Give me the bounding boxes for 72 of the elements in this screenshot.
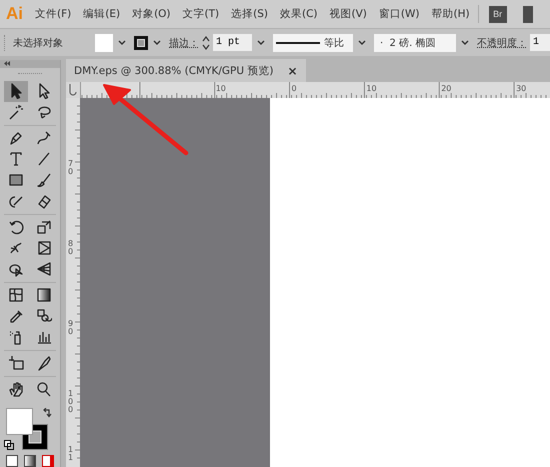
stroke-label[interactable]: 描边：	[169, 36, 199, 50]
mesh-icon	[8, 287, 24, 304]
artboard-icon	[8, 355, 24, 372]
collapse-icon[interactable]	[3, 61, 11, 66]
swap-icon[interactable]	[42, 408, 52, 418]
caret-icon[interactable]	[118, 40, 126, 45]
curvature-icon	[36, 130, 52, 146]
document-title: DMY.eps @ 300.88% (CMYK/GPU 预览)	[74, 64, 274, 78]
close-button[interactable]: ×	[288, 64, 298, 78]
ruler-label: 30	[516, 84, 526, 93]
menu-item[interactable]: 对象(O)	[132, 7, 171, 21]
pen-icon	[8, 130, 24, 146]
free-transform-icon	[36, 240, 52, 256]
default-colors-icon[interactable]	[4, 440, 14, 450]
stroke-profile-value: 等比	[324, 36, 344, 50]
lasso-icon	[36, 104, 52, 120]
ruler-label: 10	[366, 84, 377, 93]
bridge-button[interactable]: Br	[488, 6, 507, 22]
document-tab[interactable]: DMY.eps @ 300.88% (CMYK/GPU 预览) ×	[66, 59, 306, 82]
none-mode-button[interactable]	[42, 455, 54, 467]
rotate-icon	[8, 219, 24, 236]
ruler-label: 20	[441, 84, 452, 93]
menu-item[interactable]: 视图(V)	[330, 7, 367, 21]
stroke-profile-dropdown[interactable]: 等比	[273, 34, 353, 52]
ruler-label: 90	[68, 319, 74, 336]
app-button[interactable]	[522, 6, 533, 22]
line-icon	[36, 151, 52, 168]
tool-button[interactable]	[4, 80, 28, 102]
perspective-grid-icon	[36, 261, 52, 278]
stroke-swatch[interactable]	[134, 36, 148, 50]
opacity-label[interactable]: 不透明度：	[477, 36, 527, 50]
menu-item[interactable]: 选择(S)	[231, 7, 268, 21]
stroke-weight-field[interactable]: 1 pt	[213, 34, 252, 51]
ruler-label: 10	[216, 84, 226, 93]
ruler-origin-icon[interactable]	[66, 82, 81, 98]
rectangle-icon	[8, 172, 24, 188]
caret-icon[interactable]	[153, 40, 161, 45]
brush-icon	[36, 172, 52, 188]
menu-item[interactable]: 窗口(W)	[378, 7, 420, 21]
ruler-label: 70	[68, 159, 74, 176]
menu-item[interactable]: 帮助(H)	[432, 7, 470, 21]
caret-icon[interactable]	[461, 40, 469, 45]
brush-dropdown[interactable]: · 2 磅. 椭圆	[374, 34, 456, 52]
zoom-icon	[36, 381, 52, 398]
eyedropper-icon	[8, 308, 24, 324]
ruler-label: 80	[68, 239, 74, 256]
menu-item[interactable]: 文字(T)	[182, 7, 220, 21]
magic-wand-icon	[8, 104, 24, 120]
ruler-label: 11	[68, 445, 74, 462]
color-mode-button[interactable]	[6, 455, 18, 467]
hand-icon	[8, 381, 24, 398]
gradient-icon	[36, 287, 52, 304]
ruler-label: 0	[292, 84, 297, 93]
fill-stroke-swatches[interactable]	[6, 408, 48, 450]
eraser-icon	[36, 193, 52, 210]
menu-item[interactable]: 编辑(E)	[83, 7, 120, 21]
app-logo: Ai	[6, 4, 23, 24]
ruler-label: 100	[68, 389, 74, 414]
selection-status: 未选择对象	[13, 36, 64, 50]
gradient-mode-button[interactable]	[24, 455, 36, 467]
menu-item[interactable]: 效果(C)	[280, 7, 318, 21]
menu-item[interactable]: 文件(F)	[35, 7, 72, 21]
fill-swatch[interactable]	[95, 34, 113, 52]
scale-icon	[36, 219, 52, 236]
graph-icon	[36, 329, 52, 346]
blend-icon	[36, 308, 52, 324]
caret-icon[interactable]	[257, 40, 265, 45]
type-icon	[8, 151, 24, 168]
stroke-line-icon	[276, 40, 320, 44]
caret-icon[interactable]	[358, 40, 366, 45]
spinner-icon[interactable]	[202, 34, 210, 50]
opacity-field[interactable]: 1	[530, 34, 550, 51]
